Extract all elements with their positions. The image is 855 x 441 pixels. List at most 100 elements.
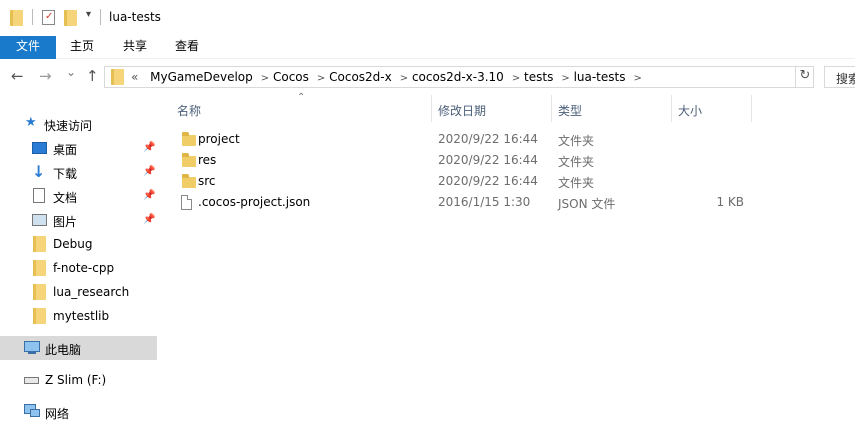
properties-icon[interactable]: ✓ <box>42 10 55 25</box>
documents-icon <box>33 188 45 203</box>
chevron-right-icon[interactable]: > <box>317 73 325 84</box>
forward-arrow-icon[interactable]: → <box>39 67 52 85</box>
column-headers: 名称 修改日期 类型 大小 <box>160 95 855 122</box>
address-bar[interactable]: « MyGameDevelop > Cocos > Cocos2d-x > cocos… <box>104 66 814 88</box>
file-type: 文件夹 <box>558 176 595 190</box>
tab-home[interactable]: 主页 <box>62 36 102 59</box>
navigation-pane: ★ 快速访问 桌面 📌 ↓ 下载 📌 文档 📌 图片 📌 Debug f-not… <box>0 95 157 441</box>
column-header-type[interactable]: 类型 <box>558 102 582 119</box>
sidebar-item-documents[interactable]: 文档 📌 <box>0 184 157 208</box>
folder-icon <box>33 236 46 252</box>
sidebar-item-label: Debug <box>53 237 93 251</box>
folder-icon <box>10 10 23 26</box>
file-date: 2020/9/22 16:44 <box>438 174 538 188</box>
quick-access-separator <box>32 9 33 25</box>
sidebar-item-label: Z Slim (F:) <box>45 373 107 387</box>
network-icon-secondary <box>30 409 40 417</box>
chevron-right-icon[interactable]: > <box>261 73 269 84</box>
file-size: 1 KB <box>716 195 744 209</box>
sidebar-item-this-pc[interactable]: 此电脑 <box>0 336 157 360</box>
file-type: JSON 文件 <box>558 197 616 211</box>
list-item[interactable]: .cocos-project.json 2016/1/15 1:30 JSON … <box>173 192 753 213</box>
list-item[interactable]: src 2020/9/22 16:44 文件夹 <box>173 171 753 192</box>
file-date: 2016/1/15 1:30 <box>438 195 531 209</box>
drive-icon <box>24 377 39 384</box>
folder-icon <box>33 260 46 276</box>
search-input[interactable]: 搜索 <box>824 66 855 88</box>
chevron-right-icon[interactable]: > <box>633 73 641 84</box>
sidebar-item-label: 下载 <box>53 167 78 181</box>
sidebar-item-label: mytestlib <box>53 309 110 323</box>
folder-icon <box>182 153 196 167</box>
tab-view[interactable]: 查看 <box>167 36 207 59</box>
title-separator <box>100 9 101 25</box>
file-name: src <box>198 174 216 188</box>
sidebar-item-label: 此电脑 <box>45 343 82 357</box>
sidebar-item-lua-research[interactable]: lua_research <box>0 280 157 304</box>
file-name: .cocos-project.json <box>198 195 311 209</box>
file-type: 文件夹 <box>558 134 595 148</box>
sidebar-item-label: f-note-cpp <box>53 261 115 275</box>
desktop-icon <box>32 142 47 154</box>
chevron-right-icon[interactable]: > <box>512 73 520 84</box>
column-header-date[interactable]: 修改日期 <box>438 102 486 119</box>
sidebar-item-mytestlib[interactable]: mytestlib <box>0 304 157 328</box>
breadcrumb-item[interactable]: Cocos2d-x <box>329 70 392 84</box>
sidebar-item-f-note-cpp[interactable]: f-note-cpp <box>0 256 157 280</box>
sidebar-item-network[interactable]: 网络 <box>0 400 157 424</box>
column-divider[interactable] <box>431 95 432 122</box>
column-divider[interactable] <box>671 95 672 122</box>
sidebar-item-quick-access[interactable]: ★ 快速访问 <box>0 112 157 136</box>
sidebar-item-pictures[interactable]: 图片 📌 <box>0 208 157 232</box>
breadcrumb-item[interactable]: lua-tests <box>574 70 626 84</box>
computer-icon <box>24 341 40 352</box>
folder-icon <box>111 69 124 85</box>
sidebar-item-drive[interactable]: Z Slim (F:) <box>0 368 157 392</box>
back-arrow-icon[interactable]: ← <box>11 67 24 85</box>
up-arrow-icon[interactable]: ↑ <box>86 67 99 85</box>
title-bar: ✓ ▾ lua-tests <box>0 0 855 36</box>
sidebar-item-debug[interactable]: Debug <box>0 232 157 256</box>
breadcrumb-item[interactable]: tests <box>524 70 553 84</box>
folder-icon <box>182 174 196 188</box>
column-divider[interactable] <box>751 95 752 122</box>
pin-icon[interactable]: 📌 <box>143 190 155 201</box>
breadcrumb-overflow[interactable]: « <box>131 70 138 84</box>
chevron-right-icon[interactable]: > <box>561 73 569 84</box>
file-date: 2020/9/22 16:44 <box>438 153 538 167</box>
sidebar-item-label: 图片 <box>53 215 78 229</box>
list-item[interactable]: res 2020/9/22 16:44 文件夹 <box>173 150 753 171</box>
pin-icon[interactable]: 📌 <box>143 142 155 153</box>
recent-locations-icon[interactable]: ⌄ <box>66 65 76 79</box>
column-divider[interactable] <box>551 95 552 122</box>
folder-icon <box>33 308 46 324</box>
tab-share[interactable]: 共享 <box>115 36 155 59</box>
file-name: res <box>198 153 217 167</box>
refresh-icon[interactable]: ↻ <box>795 66 814 88</box>
pin-icon[interactable]: 📌 <box>143 166 155 177</box>
customize-quick-access-icon[interactable]: ▾ <box>86 9 91 20</box>
chevron-right-icon[interactable]: > <box>400 73 408 84</box>
new-folder-icon[interactable] <box>64 10 77 26</box>
sidebar-item-desktop[interactable]: 桌面 📌 <box>0 136 157 160</box>
file-name: project <box>198 132 240 146</box>
file-date: 2020/9/22 16:44 <box>438 132 538 146</box>
folder-icon <box>182 132 196 146</box>
sidebar-item-downloads[interactable]: ↓ 下载 📌 <box>0 160 157 184</box>
sidebar-item-label: 快速访问 <box>44 119 93 133</box>
sidebar-item-label: 文档 <box>53 191 78 205</box>
download-icon: ↓ <box>32 162 46 181</box>
sidebar-item-label: 网络 <box>45 407 70 421</box>
star-icon: ★ <box>25 115 37 130</box>
column-header-name[interactable]: 名称 <box>177 102 201 119</box>
breadcrumb-item[interactable]: MyGameDevelop <box>150 70 253 84</box>
breadcrumb-item[interactable]: cocos2d-x-3.10 <box>412 70 504 84</box>
column-header-size[interactable]: 大小 <box>678 102 702 119</box>
tab-file[interactable]: 文件 <box>0 36 56 59</box>
window-title: lua-tests <box>109 10 161 24</box>
sidebar-item-label: lua_research <box>53 285 130 299</box>
ribbon-tabs: 文件 主页 共享 查看 <box>0 36 855 59</box>
breadcrumb-item[interactable]: Cocos <box>273 70 309 84</box>
pin-icon[interactable]: 📌 <box>143 214 155 225</box>
list-item[interactable]: project 2020/9/22 16:44 文件夹 <box>173 129 753 150</box>
